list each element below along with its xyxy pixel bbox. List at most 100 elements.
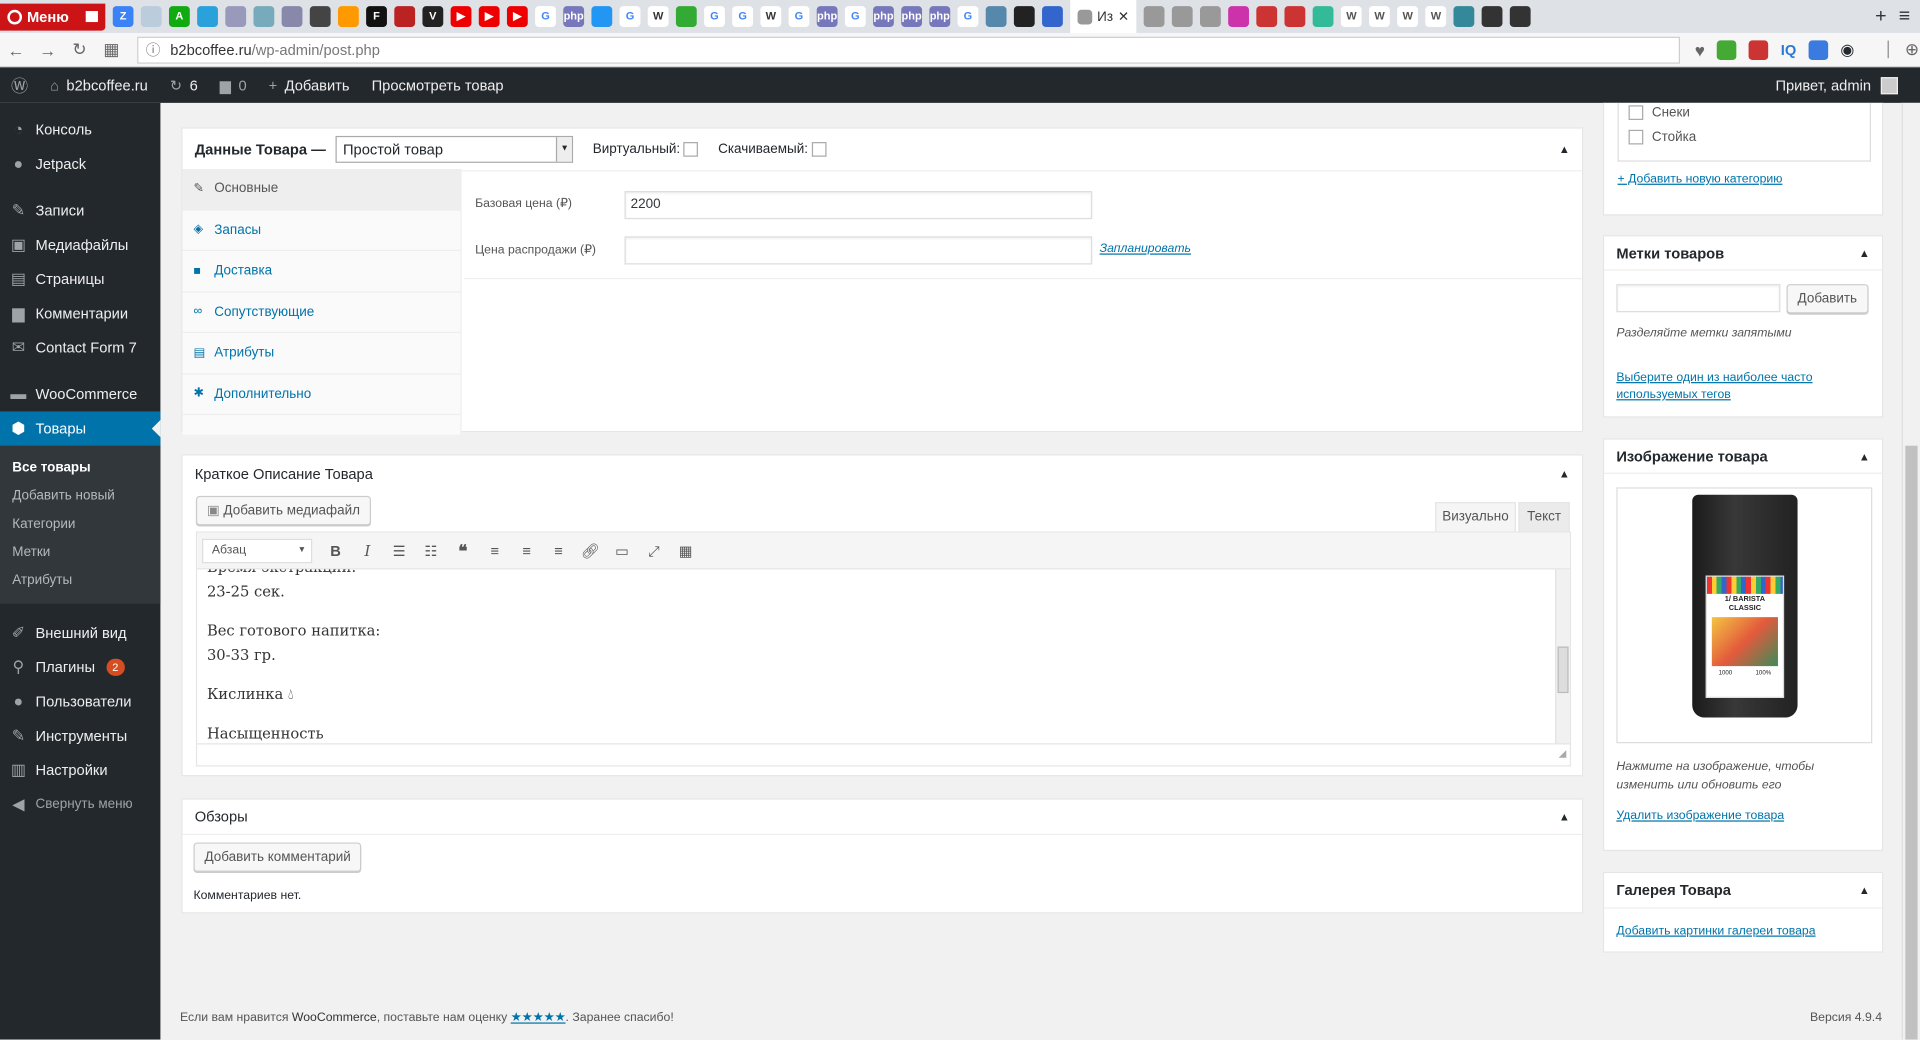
menu-pages[interactable]: ▤ Страницы (0, 262, 160, 296)
menu-appearance[interactable]: ✐ Внешний вид (0, 616, 160, 650)
tab-favicon[interactable] (1143, 6, 1165, 27)
tab-favicon[interactable] (253, 6, 275, 27)
menu-products[interactable]: ⬢ Товары (0, 411, 161, 446)
forward-icon[interactable]: → (32, 40, 64, 60)
read-more-icon[interactable]: ▭ (606, 537, 638, 564)
speed-dial-icon[interactable]: ▦ (96, 39, 128, 60)
toggle-arrow-icon[interactable]: ▲ (1859, 247, 1870, 259)
wiki-favicon[interactable]: W (760, 6, 782, 27)
tab-linked[interactable]: ∞ Сопутствующие (182, 292, 461, 334)
tab-favicon[interactable] (281, 6, 303, 27)
updates-link[interactable]: ↻ 6 (159, 67, 209, 103)
url-field[interactable]: ⓘ b2bcoffee.ru/wp-admin/post.php (137, 36, 1681, 64)
download-icon[interactable] (1717, 39, 1737, 60)
new-tab-icon[interactable]: + (1875, 6, 1886, 28)
menu-posts[interactable]: ✎ Записи (0, 193, 160, 227)
editor-scrollbar[interactable] (1555, 569, 1570, 745)
page-scrollbar[interactable] (1901, 102, 1920, 1040)
category-item[interactable]: Снеки (1628, 100, 1860, 124)
tab-favicon[interactable] (675, 6, 697, 27)
menu-collapse[interactable]: ◀ Свернуть меню (0, 787, 160, 821)
tab-favicon[interactable] (1481, 6, 1503, 27)
align-left-icon[interactable]: ≡ (479, 537, 511, 564)
tab-favicon[interactable] (591, 6, 613, 27)
fullscreen-icon[interactable]: ⤢ (638, 537, 670, 564)
tag-input[interactable] (1616, 284, 1781, 313)
tab-shipping[interactable]: ■ Доставка (182, 251, 461, 293)
menu-media[interactable]: ▣ Медиафайлы (0, 228, 160, 262)
eye-icon[interactable]: ◉ (1840, 40, 1854, 60)
toggle-arrow-icon[interactable]: ▲ (1559, 467, 1570, 479)
bold-icon[interactable]: B (320, 537, 352, 564)
toggle-arrow-icon[interactable]: ▲ (1859, 450, 1870, 462)
tab-favicon[interactable] (985, 6, 1007, 27)
downloadable-checkbox[interactable] (811, 142, 827, 157)
format-select[interactable]: Абзац ▼ (202, 538, 313, 563)
google-favicon[interactable]: G (619, 6, 641, 27)
download-status-icon[interactable]: ⊕ (1905, 39, 1919, 60)
blockquote-icon[interactable]: ❝ (447, 537, 479, 564)
site-name-link[interactable]: ⌂ b2bcoffee.ru (39, 67, 159, 103)
wordpress-favicon[interactable]: W (1369, 6, 1391, 27)
menu-tools[interactable]: ✎ Инструменты (0, 719, 160, 753)
product-type-select[interactable]: Простой товар ▼ (335, 135, 574, 163)
tab-inventory[interactable]: ◈ Запасы (182, 210, 461, 252)
php-favicon[interactable]: php (563, 6, 585, 27)
google-favicon[interactable]: G (957, 6, 979, 27)
menu-woocommerce[interactable]: ▬ WooCommerce (0, 377, 160, 411)
link-icon[interactable]: 🔗︎ (574, 537, 606, 564)
submenu-categories[interactable]: Категории (0, 511, 160, 539)
menu-dashboard[interactable]: ◔ Консоль (0, 113, 160, 147)
tab-favicon[interactable] (1256, 6, 1278, 27)
editor-tab-visual[interactable]: Визуально (1435, 502, 1516, 532)
github-favicon[interactable] (1013, 6, 1035, 27)
editor-content[interactable]: Время экстракции: 23-25 сек. Вес готовог… (197, 569, 1570, 745)
tab-advanced[interactable]: ✱ Дополнительно (182, 374, 461, 416)
view-product-link[interactable]: Просмотреть товар (361, 67, 515, 103)
category-checkbox[interactable] (1628, 105, 1644, 121)
toggle-arrow-icon[interactable]: ▲ (1859, 884, 1870, 896)
reload-icon[interactable]: ↻ (64, 39, 96, 60)
tab-favicon[interactable] (1172, 6, 1193, 27)
translate-icon[interactable] (1808, 39, 1829, 60)
google-favicon[interactable]: G (732, 6, 754, 27)
add-tag-button[interactable]: Добавить (1786, 284, 1869, 314)
product-image[interactable]: 1/ BARISTA CLASSIC 1000 100% (1616, 487, 1873, 744)
close-tab-icon[interactable]: ✕ (1118, 9, 1129, 25)
bullet-list-icon[interactable]: ☰ (383, 537, 415, 564)
tab-favicon[interactable]: F (366, 6, 387, 27)
info-icon[interactable]: ⓘ (146, 39, 161, 60)
tab-menu-icon[interactable]: ≡ (1899, 6, 1910, 28)
tab-favicon[interactable] (309, 6, 331, 27)
virtual-checkbox[interactable] (683, 142, 699, 157)
google-favicon[interactable]: G (844, 6, 866, 27)
sale-price-input[interactable] (624, 236, 1093, 265)
tab-favicon[interactable] (1200, 6, 1222, 27)
italic-icon[interactable]: I (351, 537, 383, 564)
new-content-link[interactable]: + Добавить (258, 67, 361, 103)
back-icon[interactable]: ← (0, 40, 32, 60)
menu-settings[interactable]: ▥ Настройки (0, 753, 160, 787)
google-favicon[interactable]: G (704, 6, 725, 27)
tab-favicon[interactable]: Z (112, 6, 134, 27)
tab-favicon[interactable]: A (168, 6, 190, 27)
remove-image-link[interactable]: Удалить изображение товара (1616, 809, 1784, 822)
popular-tags-link[interactable]: Выберите один из наиболее часто использу… (1616, 370, 1861, 404)
comments-link[interactable]: ▆ 0 (209, 67, 258, 103)
pdf-icon[interactable] (1748, 39, 1769, 60)
editor-tab-text[interactable]: Текст (1518, 502, 1570, 532)
wp-logo[interactable]: Ⓦ (0, 67, 39, 103)
youtube-favicon[interactable]: ▶ (506, 6, 528, 27)
tab-favicon[interactable]: V (422, 6, 444, 27)
tab-favicon[interactable] (337, 6, 359, 27)
tab-favicon[interactable] (1284, 6, 1306, 27)
wordpress-favicon[interactable]: W (1397, 6, 1419, 27)
php-favicon[interactable]: php (901, 6, 923, 27)
submenu-add-new[interactable]: Добавить новый (0, 482, 160, 510)
google-favicon[interactable]: G (535, 6, 556, 27)
php-favicon[interactable]: php (816, 6, 838, 27)
numbered-list-icon[interactable]: ☷ (415, 537, 447, 564)
menu-jetpack[interactable]: ● Jetpack (0, 147, 160, 181)
tab-favicon[interactable] (1312, 6, 1334, 27)
php-favicon[interactable]: php (929, 6, 951, 27)
